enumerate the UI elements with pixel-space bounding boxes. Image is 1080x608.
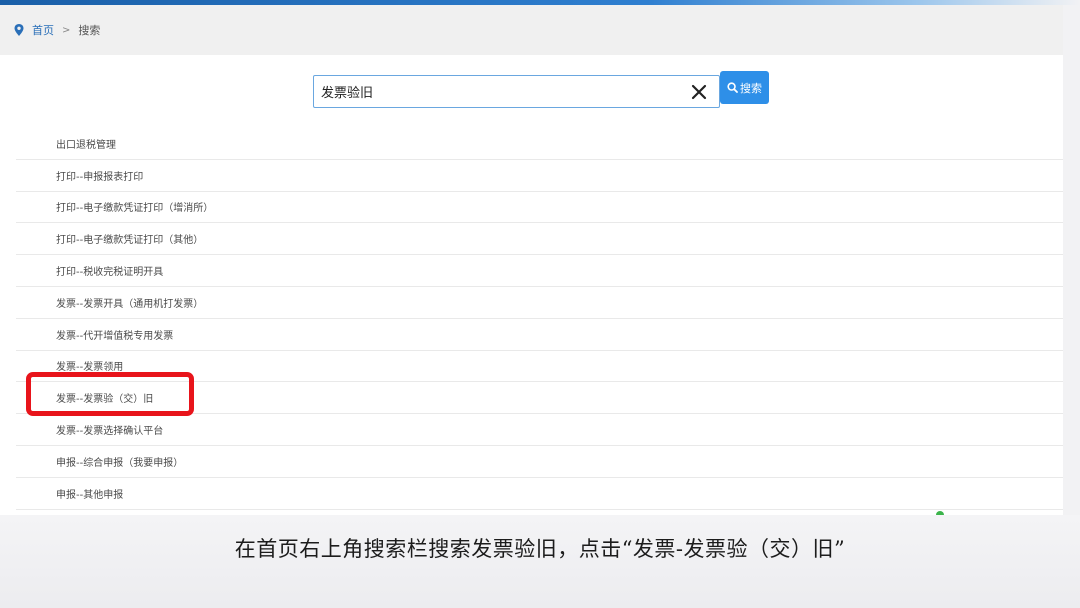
result-item-invoice-vat-special[interactable]: 发票--代开增值税专用发票 <box>16 319 1063 351</box>
result-item-export-tax-refund[interactable]: 出口退税管理 <box>16 128 1063 160</box>
result-item-print-e-payment-other[interactable]: 打印--电子缴款凭证打印（其他） <box>16 223 1063 256</box>
breadcrumb-home-link[interactable]: 首页 <box>32 22 54 38</box>
result-list: 出口退税管理 打印--申报报表打印 打印--电子缴款凭证打印（增消所） 打印--… <box>16 128 1063 510</box>
location-pin-icon <box>14 24 24 36</box>
search-results-panel: 搜索 出口退税管理 打印--申报报表打印 打印--电子缴款凭证打印（增消所） 打… <box>0 55 1063 515</box>
result-item-print-tax-certificate[interactable]: 打印--税收完税证明开具 <box>16 255 1063 287</box>
result-item-declare-other[interactable]: 申报--其他申报 <box>16 478 1063 510</box>
breadcrumb-current: 搜索 <box>78 24 101 37</box>
highlight-annotation <box>26 372 194 416</box>
instruction-caption: 在首页右上角搜索栏搜索发票验旧，点击“发票-发票验（交）旧” <box>234 537 846 561</box>
result-item-print-report[interactable]: 打印--申报报表打印 <box>16 160 1063 192</box>
search-button-label: 搜索 <box>740 81 762 95</box>
result-item-invoice-issue[interactable]: 发票--发票开具（通用机打发票） <box>16 287 1063 319</box>
result-item-print-e-payment-zxs[interactable]: 打印--电子缴款凭证打印（增消所） <box>16 192 1063 224</box>
search-bar: 搜索 <box>313 71 773 108</box>
breadcrumb-separator: > <box>62 24 71 36</box>
result-item-declare-comprehensive[interactable]: 申报--综合申报（我要申报） <box>16 446 1063 478</box>
search-icon <box>727 82 738 93</box>
search-input[interactable] <box>321 84 671 99</box>
result-item-invoice-confirm-platform[interactable]: 发票--发票选择确认平台 <box>16 414 1063 446</box>
close-icon[interactable] <box>689 82 709 102</box>
search-button[interactable]: 搜索 <box>720 71 769 104</box>
breadcrumb: 首页 > 搜索 <box>0 5 1063 55</box>
search-field[interactable] <box>313 75 720 108</box>
